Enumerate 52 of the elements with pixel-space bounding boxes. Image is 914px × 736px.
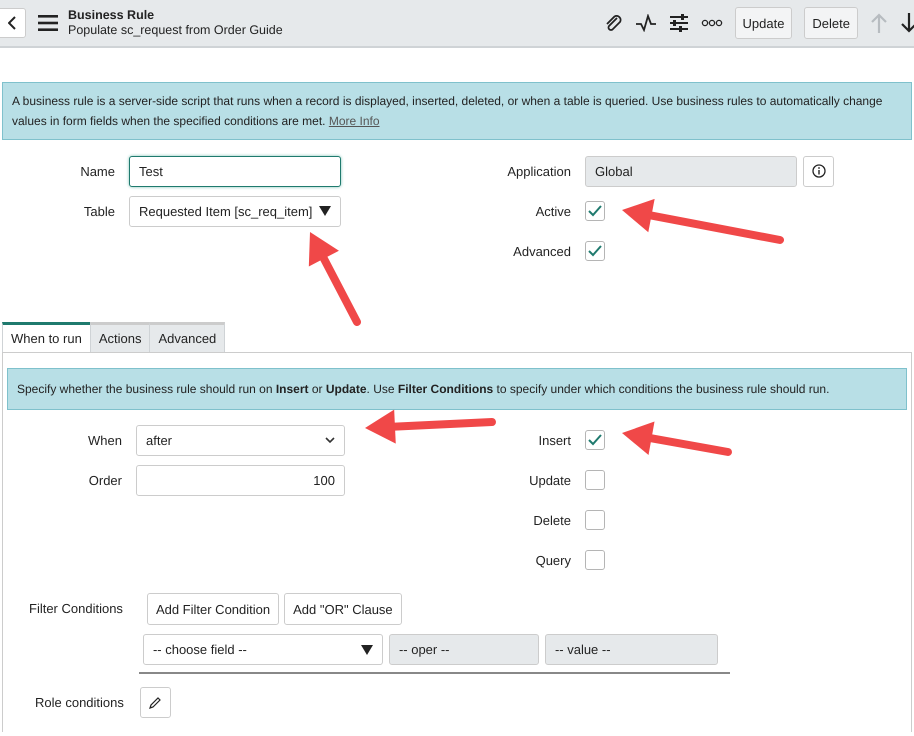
reference-select[interactable]: Requested Item [sc_req_item] bbox=[129, 196, 341, 226]
toolbar-button[interactable]: Delete bbox=[804, 7, 858, 39]
filter-button[interactable]: Add Filter Condition bbox=[146, 593, 280, 625]
field-label: Advanced bbox=[512, 244, 571, 258]
filter-button[interactable]: Add "OR" Clause bbox=[284, 593, 402, 625]
text-field[interactable]: Test bbox=[129, 156, 341, 186]
field-label: Role conditions bbox=[35, 695, 124, 710]
sliders-icon[interactable] bbox=[668, 14, 688, 32]
field-label: Query bbox=[534, 552, 571, 568]
chevron-left-icon bbox=[8, 16, 16, 30]
readonly-field: Global bbox=[585, 156, 797, 186]
record-type-title: Business Rule bbox=[68, 8, 156, 23]
field-label: Application bbox=[506, 164, 571, 178]
chevron-down-icon[interactable] bbox=[325, 436, 335, 444]
field-label: Name bbox=[79, 164, 115, 178]
dropdown-triangle-icon[interactable] bbox=[360, 644, 373, 654]
edit-button[interactable] bbox=[140, 687, 171, 718]
checkbox[interactable] bbox=[585, 430, 605, 450]
value-field: -- value -- bbox=[544, 634, 718, 665]
field-label: When bbox=[87, 432, 122, 448]
field-select[interactable]: -- choose field -- bbox=[142, 634, 383, 665]
back-button[interactable] bbox=[0, 8, 26, 38]
checkbox[interactable] bbox=[585, 201, 605, 221]
checkbox[interactable] bbox=[585, 241, 605, 261]
pencil-icon bbox=[148, 696, 162, 710]
checkbox[interactable] bbox=[585, 550, 605, 570]
tab[interactable]: Actions bbox=[90, 322, 150, 352]
field-label: Filter Conditions bbox=[29, 600, 123, 618]
toolbar-button[interactable]: Update bbox=[734, 7, 792, 39]
info-text: A business rule is a server-side script that runs when a record is displayed, inserted, deleted, or when a table is queried. Use business rules to automatically change values in form fields when the specified conditions are met. More Info bbox=[12, 93, 884, 130]
more-icon[interactable] bbox=[700, 19, 722, 27]
checkbox[interactable] bbox=[585, 470, 605, 490]
info-button[interactable] bbox=[803, 156, 834, 186]
arrow-down-icon[interactable] bbox=[900, 13, 914, 33]
checkbox[interactable] bbox=[585, 510, 605, 530]
menu-icon[interactable] bbox=[38, 15, 58, 31]
dropdown-triangle-icon[interactable] bbox=[319, 206, 331, 216]
more-info-link[interactable]: More Info bbox=[328, 114, 380, 128]
field-label: Table bbox=[82, 204, 115, 218]
field-label: Active bbox=[534, 204, 571, 218]
field-label: Delete bbox=[532, 512, 571, 528]
tab[interactable]: When to run bbox=[2, 322, 91, 352]
field-label: Order bbox=[88, 472, 122, 488]
record-name: Populate sc_request from Order Guide bbox=[68, 23, 283, 38]
field-label: Update bbox=[528, 472, 571, 488]
activity-icon[interactable] bbox=[634, 14, 656, 32]
number-field[interactable]: 100 bbox=[136, 464, 345, 496]
info-text: Specify whether the business rule should run on Insert or Update. Use Filter Conditions to specify under which conditions the business rule should run. bbox=[17, 381, 830, 398]
dropdown-select[interactable]: after bbox=[136, 424, 345, 456]
info-icon bbox=[812, 164, 826, 178]
tab[interactable]: Advanced bbox=[149, 322, 226, 352]
field-label: Insert bbox=[537, 432, 571, 448]
